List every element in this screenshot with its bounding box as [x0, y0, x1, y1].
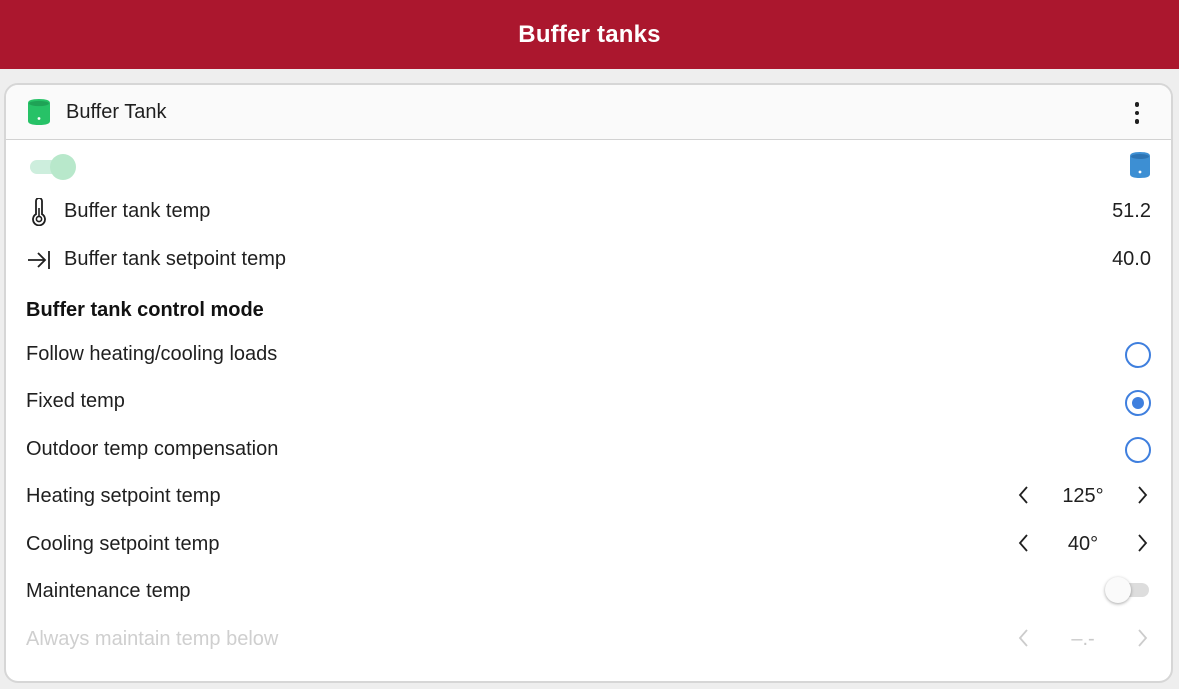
heating-setpoint-value: 125° [1062, 485, 1104, 507]
option-label: Follow heating/cooling loads [26, 343, 278, 365]
heating-setpoint-label: Heating setpoint temp [26, 485, 221, 507]
control-mode-title: Buffer tank control mode [26, 299, 264, 321]
control-mode-option[interactable]: Fixed temp [6, 382, 1171, 422]
cooling-setpoint-stepper: 40° [1010, 527, 1156, 559]
chevron-left-icon [1018, 534, 1028, 552]
maintenance-temp-label: Maintenance temp [26, 580, 191, 602]
sensor-label: Buffer tank temp [64, 200, 211, 222]
sensor-value: 51.2 [1112, 200, 1151, 222]
chevron-right-icon [1138, 534, 1148, 552]
maintenance-temp-toggle[interactable] [1105, 577, 1151, 603]
buffer-tank-card: Buffer Tank Buffer tank temp 51.2 Buffer… [4, 83, 1173, 683]
top-app-bar: Buffer tanks [0, 0, 1179, 69]
card-title: Buffer Tank [66, 101, 167, 123]
chevron-right-icon [1138, 486, 1148, 504]
buffer-tank-status-icon [1130, 152, 1150, 178]
increase-button[interactable] [1128, 479, 1156, 511]
more-vert-icon[interactable] [1125, 101, 1149, 125]
thermometer-icon [32, 198, 46, 226]
device-enable-toggle[interactable] [28, 153, 76, 180]
sensor-value: 40.0 [1112, 248, 1151, 270]
cooling-setpoint-row: Cooling setpoint temp 40° [6, 525, 1171, 565]
sensor-label: Buffer tank setpoint temp [64, 248, 286, 270]
maintain-below-label: Always maintain temp below [26, 628, 279, 650]
option-label: Fixed temp [26, 390, 125, 412]
maintain-below-value: –.- [1071, 628, 1095, 650]
control-mode-option[interactable]: Follow heating/cooling loads [6, 335, 1171, 375]
maintenance-temp-row: Maintenance temp [6, 572, 1171, 612]
cooling-setpoint-label: Cooling setpoint temp [26, 533, 220, 555]
page-title: Buffer tanks [518, 20, 661, 48]
sensor-row-setpoint-temp: Buffer tank setpoint temp 40.0 [6, 240, 1171, 280]
radio-outdoor-compensation[interactable] [1125, 437, 1151, 463]
chevron-left-icon [1018, 629, 1028, 647]
decrease-button[interactable] [1010, 479, 1038, 511]
option-label: Outdoor temp compensation [26, 438, 279, 460]
maintain-below-row: Always maintain temp below –.- [6, 620, 1171, 660]
sensor-row-buffer-temp: Buffer tank temp 51.2 [6, 192, 1171, 232]
radio-fixed-temp[interactable] [1125, 390, 1151, 416]
arrow-to-right-icon [28, 251, 50, 269]
decrease-button[interactable] [1010, 527, 1038, 559]
radio-follow-loads[interactable] [1125, 342, 1151, 368]
heating-setpoint-row: Heating setpoint temp 125° [6, 477, 1171, 517]
heating-setpoint-stepper: 125° [1010, 479, 1156, 511]
buffer-tank-icon [28, 99, 50, 125]
cooling-setpoint-value: 40° [1067, 533, 1099, 555]
increase-button [1128, 622, 1156, 654]
control-mode-option[interactable]: Outdoor temp compensation [6, 430, 1171, 470]
chevron-right-icon [1138, 629, 1148, 647]
chevron-left-icon [1018, 486, 1028, 504]
maintain-below-stepper: –.- [1010, 622, 1156, 654]
decrease-button [1010, 622, 1038, 654]
card-header: Buffer Tank [6, 85, 1171, 140]
increase-button[interactable] [1128, 527, 1156, 559]
